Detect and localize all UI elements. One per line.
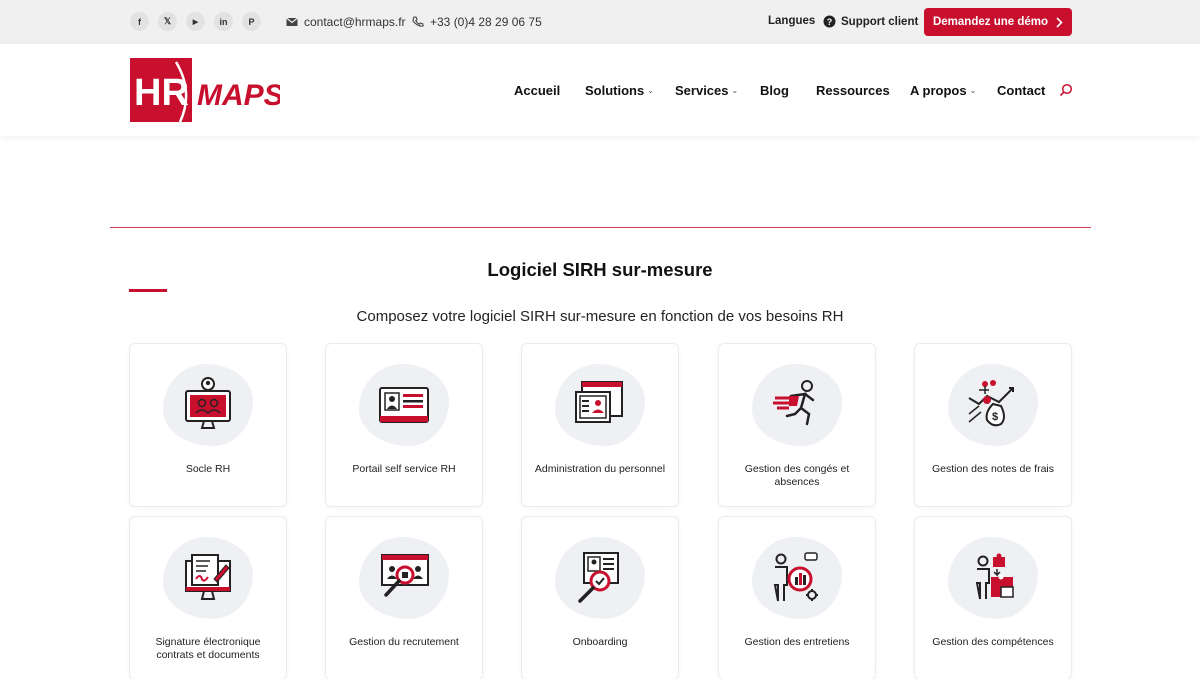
- section-divider: [110, 227, 1091, 228]
- help-circle-icon: ?: [823, 15, 836, 28]
- phone-text: +33 (0)4 28 29 06 75: [430, 15, 542, 29]
- nav-a-propos[interactable]: A propos ⌄: [910, 83, 976, 98]
- youtube-icon[interactable]: ▶: [186, 12, 205, 31]
- nav-label: Solutions: [585, 83, 645, 98]
- email-text: contact@hrmaps.fr: [304, 15, 406, 29]
- search-icon[interactable]: [1059, 83, 1073, 97]
- module-card-administration[interactable]: Administration du personnel: [522, 344, 678, 506]
- nav-contact[interactable]: Contact: [997, 83, 1045, 98]
- module-label: Signature électronique contrats et docum…: [155, 636, 261, 661]
- email-link[interactable]: contact@hrmaps.fr: [286, 15, 406, 29]
- nav-solutions[interactable]: Solutions ⌄: [585, 83, 654, 98]
- nav-label: Contact: [997, 83, 1046, 98]
- nav-accueil[interactable]: Accueil: [514, 83, 560, 98]
- x-twitter-icon[interactable]: 𝕏: [158, 12, 177, 31]
- chevron-down-icon: ⌄: [969, 86, 977, 95]
- support-link[interactable]: ? Support client: [823, 15, 918, 28]
- svg-text:$: $: [992, 411, 998, 423]
- module-card-portail-self-service[interactable]: Portail self service RH: [326, 344, 482, 506]
- section-subtitle: Composez votre logiciel SIRH sur-mesure …: [356, 308, 844, 325]
- module-card-entretiens[interactable]: Gestion des entretiens: [719, 517, 875, 679]
- module-label: Gestion du recrutement: [349, 636, 459, 648]
- monitor-users-icon: [185, 377, 231, 429]
- e-signature-icon: [185, 554, 231, 600]
- nav-ressources[interactable]: Ressources: [816, 83, 890, 98]
- onboarding-check-icon: [578, 552, 619, 603]
- svg-text:HR: HR: [134, 72, 189, 114]
- accent-bar: [129, 289, 167, 292]
- linkedin-icon[interactable]: in: [214, 12, 233, 31]
- id-card-icon: [379, 387, 429, 423]
- nav-label: A propos: [910, 83, 967, 98]
- module-card-competences[interactable]: Gestion des compétences: [915, 517, 1071, 679]
- svg-text:MAPS: MAPS: [197, 79, 280, 112]
- phone-link[interactable]: +33 (0)4 28 29 06 75: [412, 15, 542, 29]
- top-bar: f 𝕏 ▶ in P contact@hrmaps.fr +33 (0)4 28…: [0, 0, 1200, 44]
- facebook-icon[interactable]: f: [130, 12, 149, 31]
- module-card-recrutement[interactable]: Gestion du recrutement: [326, 517, 482, 679]
- module-label: Socle RH: [185, 463, 231, 475]
- running-person-icon: [773, 380, 815, 426]
- nav-label: Accueil: [514, 83, 561, 98]
- module-label: Administration du personnel: [534, 463, 666, 475]
- module-card-signature[interactable]: Signature électronique contrats et docum…: [130, 517, 286, 679]
- chevron-down-icon: ⌄: [647, 86, 654, 95]
- money-bag-icon: $: [968, 380, 1014, 427]
- envelope-icon: [286, 17, 298, 26]
- support-label: Support client: [841, 15, 919, 28]
- module-card-socle-rh[interactable]: Socle RH: [130, 344, 286, 506]
- module-label: Portail self service RH: [352, 463, 456, 475]
- interview-chart-icon: [773, 552, 818, 602]
- nav-label: Ressources: [816, 83, 890, 98]
- module-label: Gestion des compétences: [932, 636, 1054, 648]
- nav-blog[interactable]: Blog: [760, 83, 789, 98]
- admin-screen-icon: [575, 381, 623, 423]
- demo-button[interactable]: Demandez une démo: [924, 8, 1072, 36]
- module-card-notes-de-frais[interactable]: $ Gestion des notes de frais: [915, 344, 1071, 506]
- nav-services[interactable]: Services ⌄: [675, 83, 738, 98]
- skills-puzzle-icon: [975, 553, 1014, 600]
- chevron-right-icon: [1056, 16, 1063, 28]
- phone-icon: [412, 16, 424, 27]
- svg-text:?: ?: [827, 17, 833, 27]
- hrmaps-logo[interactable]: HR MAPS: [130, 58, 280, 122]
- module-label: Onboarding: [572, 636, 628, 648]
- module-label: Gestion des congés et absences: [744, 463, 850, 488]
- recruitment-search-icon: [381, 554, 429, 597]
- module-card-conges-absences[interactable]: Gestion des congés et absences: [719, 344, 875, 506]
- module-label: Gestion des notes de frais: [932, 463, 1054, 475]
- demo-label: Demandez une démo: [932, 16, 1049, 28]
- module-card-onboarding[interactable]: Onboarding: [522, 517, 678, 679]
- social-links: f 𝕏 ▶ in P: [130, 12, 261, 31]
- nav-label: Blog: [760, 83, 789, 98]
- languages-label: Langues: [768, 15, 816, 27]
- section-title: Logiciel SIRH sur-mesure: [487, 259, 713, 280]
- chevron-down-icon: ⌄: [731, 86, 739, 95]
- languages-link[interactable]: Langues: [768, 15, 815, 27]
- main-header: HR MAPS Accueil Solutions ⌄ Services ⌄ Blo…: [0, 44, 1200, 136]
- nav-label: Services: [675, 83, 729, 98]
- module-label: Gestion des entretiens: [744, 636, 850, 648]
- pinterest-icon[interactable]: P: [242, 12, 261, 31]
